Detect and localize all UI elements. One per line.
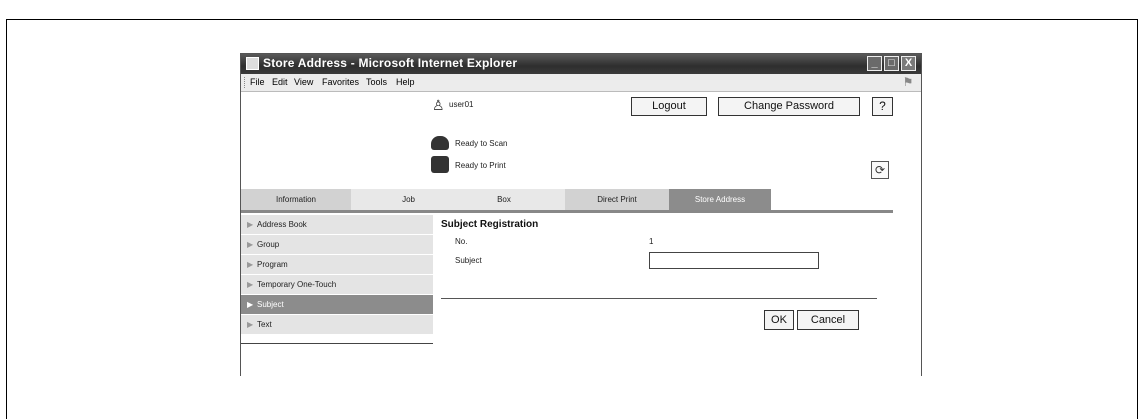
arrow-right-icon: ▶: [247, 280, 254, 289]
sidebar-item-program[interactable]: ▶ Program: [241, 255, 433, 274]
sidebar-item-text[interactable]: ▶ Text: [241, 315, 433, 334]
toolbar-grip: [244, 77, 247, 88]
windows-logo-icon: ⚑: [902, 75, 914, 89]
sidebar-item-label: Subject: [257, 300, 284, 309]
tab-box[interactable]: Box: [443, 189, 565, 210]
refresh-icon[interactable]: ⟳: [871, 161, 889, 179]
sidebar: ▶ Address Book ▶ Group ▶ Program ▶ Temporary…: [241, 215, 433, 344]
subject-label: Subject: [455, 256, 482, 265]
arrow-right-icon: ▶: [247, 240, 254, 249]
arrow-right-icon: ▶: [247, 300, 254, 309]
maximize-button[interactable]: □: [884, 56, 899, 71]
tab-information[interactable]: Information: [241, 189, 351, 210]
menu-bar: File Edit View Favorites Tools Help ⚑: [241, 74, 921, 92]
arrow-right-icon: ▶: [247, 220, 254, 229]
arrow-right-icon: ▶: [247, 320, 254, 329]
help-button[interactable]: ?: [872, 97, 893, 116]
user-name: user01: [449, 100, 474, 109]
title-bar[interactable]: Store Address - Microsoft Internet Explo…: [241, 54, 921, 74]
no-label: No.: [455, 237, 468, 246]
no-value: 1: [649, 237, 654, 246]
menu-file[interactable]: File: [250, 77, 265, 87]
menu-tools[interactable]: Tools: [366, 77, 387, 87]
browser-window: Store Address - Microsoft Internet Explo…: [240, 53, 922, 376]
print-status: Ready to Print: [455, 161, 506, 170]
subject-input[interactable]: [649, 252, 819, 269]
sidebar-item-label: Group: [257, 240, 280, 249]
menu-edit[interactable]: Edit: [272, 77, 288, 87]
window-title: Store Address - Microsoft Internet Explo…: [263, 56, 518, 70]
user-icon: ♙: [432, 97, 445, 113]
arrow-right-icon: ▶: [247, 260, 254, 269]
tab-bar: Information Job Box Direct Print Store A…: [241, 189, 893, 210]
sidebar-item-subject[interactable]: ▶ Subject: [241, 295, 433, 314]
sidebar-item-label: Temporary One-Touch: [257, 280, 337, 289]
logout-button[interactable]: Logout: [631, 97, 707, 116]
minimize-button[interactable]: _: [867, 56, 882, 71]
form-divider: [441, 298, 877, 299]
tab-underline: [241, 210, 893, 213]
tab-job[interactable]: Job: [351, 189, 443, 210]
ie-app-icon: [246, 57, 259, 70]
close-button[interactable]: X: [901, 56, 916, 71]
sidebar-item-address-book[interactable]: ▶ Address Book: [241, 215, 433, 234]
menu-view[interactable]: View: [294, 77, 313, 87]
ok-button[interactable]: OK: [764, 310, 794, 330]
sidebar-item-label: Address Book: [257, 220, 307, 229]
tab-store-address[interactable]: Store Address: [669, 189, 771, 210]
page-title: Subject Registration: [441, 219, 539, 230]
sidebar-item-label: Text: [257, 320, 272, 329]
menu-help[interactable]: Help: [396, 77, 415, 87]
scan-status: Ready to Scan: [455, 139, 508, 148]
cancel-button[interactable]: Cancel: [797, 310, 859, 330]
tab-job-label: Job: [402, 195, 415, 204]
printer-icon: [431, 156, 449, 173]
change-password-button[interactable]: Change Password: [718, 97, 860, 116]
menu-favorites[interactable]: Favorites: [322, 77, 359, 87]
sidebar-divider: [241, 343, 433, 344]
web-content: ♙ user01 Logout Change Password ? Ready …: [241, 92, 921, 376]
sidebar-item-temporary-one-touch[interactable]: ▶ Temporary One-Touch: [241, 275, 433, 294]
sidebar-item-label: Program: [257, 260, 288, 269]
sidebar-item-group[interactable]: ▶ Group: [241, 235, 433, 254]
tab-direct-print[interactable]: Direct Print: [565, 189, 669, 210]
scanner-icon: [431, 136, 449, 150]
